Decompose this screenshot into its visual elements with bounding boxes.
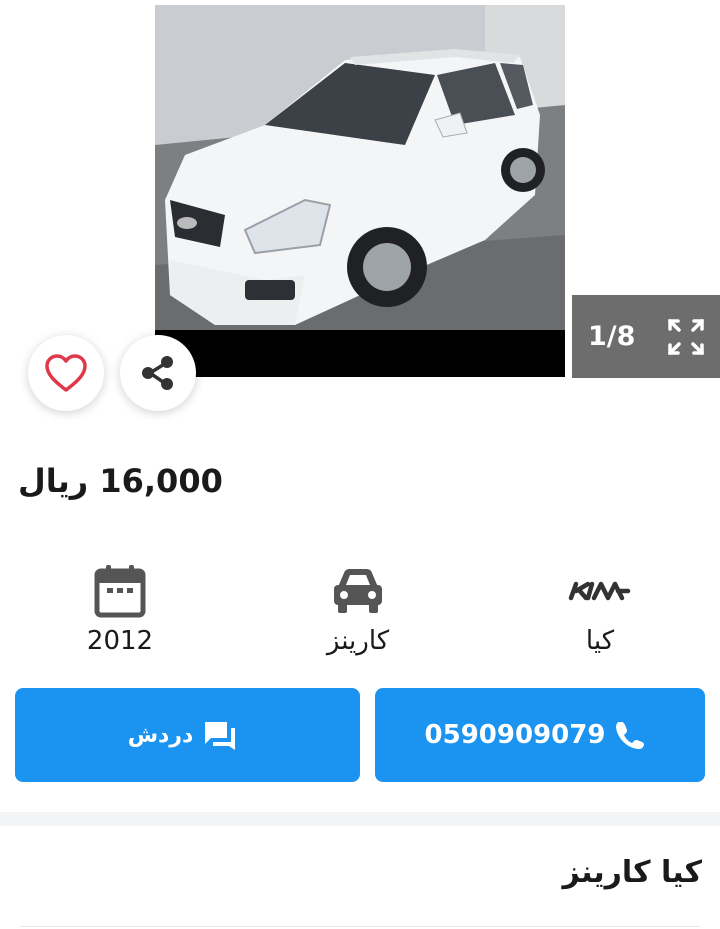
chevron-right-icon[interactable] [640, 152, 676, 192]
phone-number: 0590909079 [424, 720, 606, 750]
car-icon [278, 560, 438, 622]
share-icon [138, 353, 178, 393]
expand-icon[interactable] [666, 317, 706, 357]
chat-icon [203, 720, 237, 750]
kia-logo-icon [520, 560, 680, 622]
image-counter-text: 1/8 [588, 321, 636, 352]
share-button[interactable] [120, 335, 196, 411]
spec-make: كيا [520, 560, 680, 656]
spec-year-label: 2012 [86, 626, 154, 656]
heart-icon [44, 353, 88, 393]
call-button[interactable]: 0590909079 [375, 688, 705, 782]
spec-model: كارينز [278, 560, 438, 656]
listing-price: 16,000 ريال [18, 462, 223, 500]
listing-title: كيا كارينز [562, 855, 702, 890]
phone-icon [615, 720, 645, 750]
chat-button-label: دردش [127, 722, 194, 748]
chevron-left-icon[interactable] [42, 152, 78, 192]
car-photo[interactable] [155, 5, 565, 377]
chat-button[interactable]: دردش [15, 688, 360, 782]
spec-make-label: كيا [585, 626, 615, 656]
calendar-icon [40, 560, 200, 622]
spec-model-label: كارينز [326, 626, 390, 656]
image-counter[interactable]: 1/8 [572, 295, 720, 378]
separator-line [20, 926, 700, 927]
favorite-button[interactable] [28, 335, 104, 411]
section-divider [0, 812, 720, 826]
spec-year: 2012 [40, 560, 200, 656]
image-gallery: 1/8 [0, 0, 720, 440]
